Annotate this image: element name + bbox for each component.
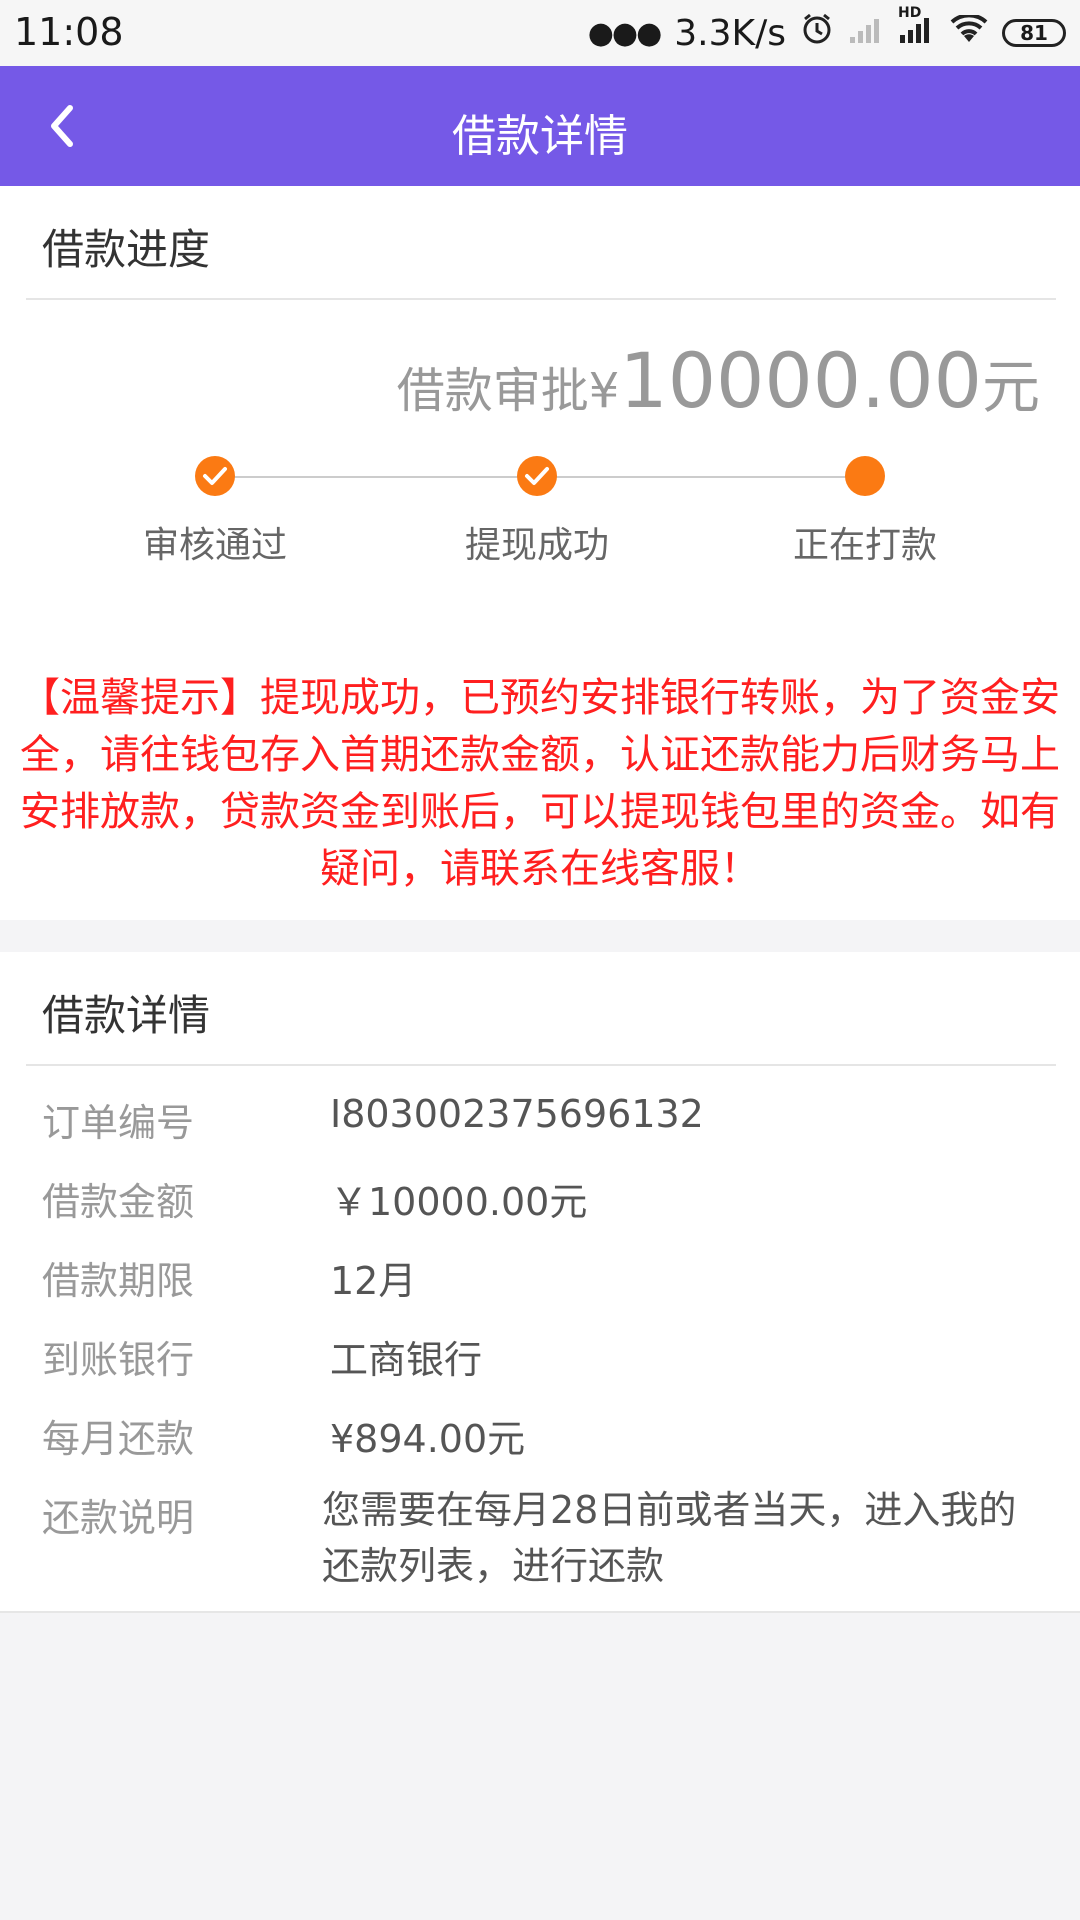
step-3-current-dot <box>845 456 885 496</box>
step-1-check-icon <box>195 456 235 496</box>
network-speed: 3.3K/s <box>674 12 786 54</box>
repayment-note-value: 您需要在每月28日前或者当天，进入我的还款列表，进行还款 <box>322 1488 1017 1588</box>
order-number-label: 订单编号 <box>42 1101 195 1145</box>
loan-amount-label: 借款金额 <box>42 1180 195 1224</box>
alarm-icon <box>800 12 834 55</box>
approval-unit: 元 <box>981 353 1040 421</box>
receiving-bank-label: 到账银行 <box>42 1338 195 1382</box>
status-time: 11:08 <box>14 10 124 54</box>
loan-progress-card: 借款进度 借款审批¥ 10000.00 元 审核通过 提现成功 正在打款 【温馨… <box>0 186 1080 920</box>
battery-icon: 81 <box>1002 19 1066 47</box>
receiving-bank-value: 工商银行 <box>330 1338 483 1382</box>
approval-amount-line: 借款审批¥ 10000.00 元 <box>397 336 1040 425</box>
repayment-note-label: 还款说明 <box>42 1496 195 1540</box>
step-1-label: 审核通过 <box>142 525 287 566</box>
signal-empty-icon <box>848 13 884 54</box>
status-bar: 11:08 ●●● 3.3K/s HD 81 <box>0 0 1080 66</box>
approval-prefix: 借款审批¥ <box>396 363 620 419</box>
step-2-check-icon <box>517 456 557 496</box>
progress-section-title: 借款进度 <box>42 225 211 274</box>
battery-level: 81 <box>1020 21 1048 45</box>
loan-details-card: 借款详情 订单编号 I803002375696132 借款金额 ￥10000.0… <box>0 952 1080 1612</box>
hd-label: HD <box>898 4 922 21</box>
step-3-label: 正在打款 <box>792 525 937 566</box>
order-number-value: I803002375696132 <box>330 1092 704 1136</box>
signal-hd-icon: HD <box>898 5 936 54</box>
loan-term-label: 借款期限 <box>42 1259 195 1303</box>
page-title: 借款详情 <box>452 111 628 162</box>
monthly-payment-label: 每月还款 <box>42 1417 195 1461</box>
loan-term-value: 12月 <box>330 1259 417 1303</box>
details-section-title: 借款详情 <box>42 991 211 1040</box>
warm-tip-text: 【温馨提示】提现成功，已预约安排银行转账，为了资金安全，请往钱包存入首期还款金额… <box>20 675 1060 892</box>
status-indicators: ●●● 3.3K/s HD 81 <box>587 5 1066 56</box>
approval-amount: 10000.00 <box>619 336 982 425</box>
title-bar: 借款详情 <box>0 66 1080 186</box>
monthly-payment-value: ¥894.00元 <box>330 1417 526 1461</box>
loan-amount-value: ￥10000.00元 <box>330 1180 588 1224</box>
divider <box>26 298 1056 300</box>
wifi-icon <box>950 12 988 54</box>
dots-icon: ●●● <box>587 15 663 51</box>
divider <box>0 1611 1080 1613</box>
step-2-label: 提现成功 <box>464 525 609 566</box>
divider <box>26 1064 1056 1066</box>
